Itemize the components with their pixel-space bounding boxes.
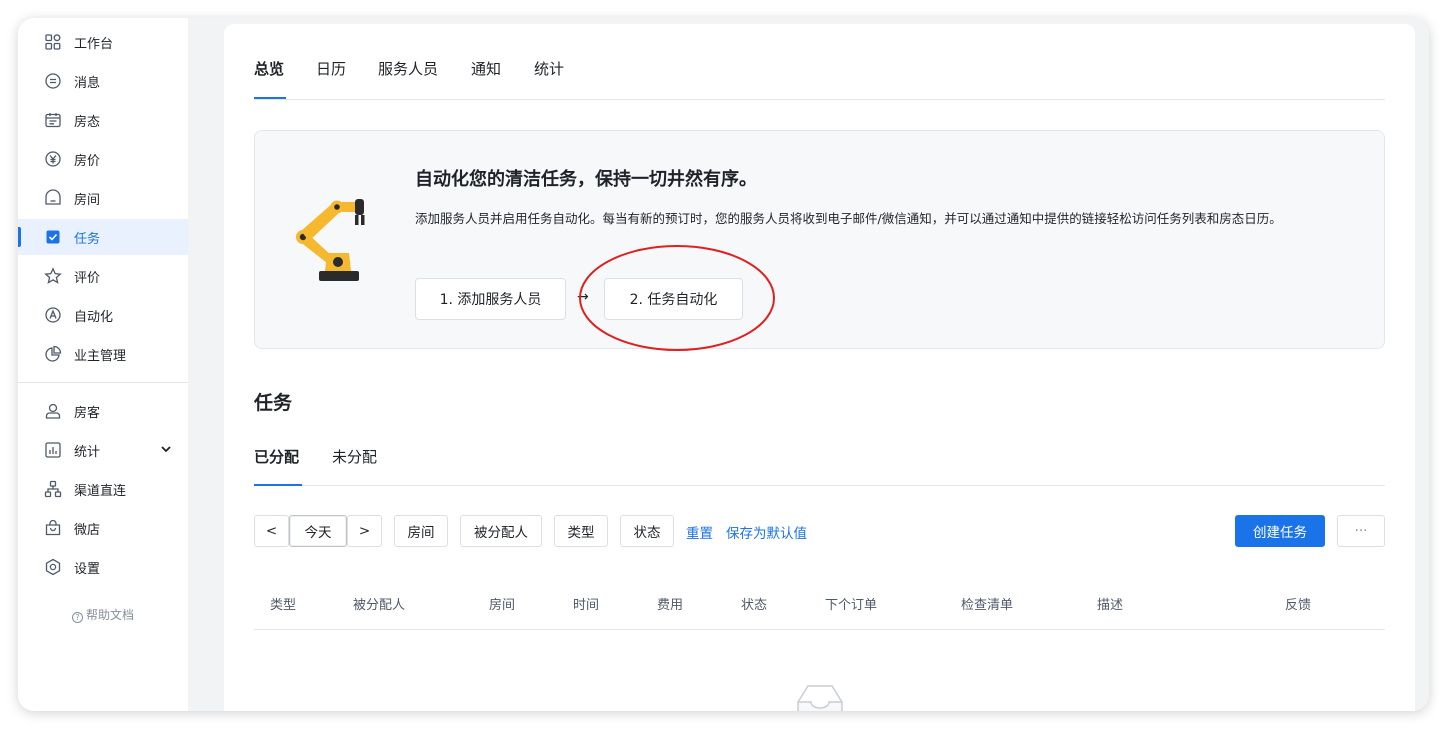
tab-unassigned[interactable]: 未分配 xyxy=(332,446,377,467)
save-default-link[interactable]: 保存为默认值 xyxy=(726,522,807,542)
next-day-button[interactable]: > xyxy=(347,515,382,547)
sidebar-item-label: 房态 xyxy=(74,114,101,130)
task-automation-button[interactable]: 2. 任务自动化 xyxy=(604,278,743,320)
filter-status-button[interactable]: 状态 xyxy=(620,515,674,547)
sidebar-item-label: 渠道直连 xyxy=(74,483,127,499)
active-subtab-indicator xyxy=(254,484,302,486)
column-header-feedback[interactable]: 反馈 xyxy=(1285,594,1311,613)
sidebar-item-label: 消息 xyxy=(74,75,101,91)
sidebar-item-label: 统计 xyxy=(74,444,101,460)
column-header-status[interactable]: 状态 xyxy=(741,594,767,613)
column-header-time[interactable]: 时间 xyxy=(573,594,599,613)
sidebar-item-label: 评价 xyxy=(74,270,101,286)
task-table-header: 类型 被分配人 房间 时间 费用 状态 下个订单 检查清单 描述 反馈 xyxy=(254,586,1385,630)
sidebar-item-label: 设置 xyxy=(74,561,101,577)
sidebar-item-rooms[interactable]: 房间 xyxy=(18,180,188,216)
arrow-right-icon: → xyxy=(577,289,589,305)
tab-overview[interactable]: 总览 xyxy=(254,58,284,79)
prev-day-button[interactable]: < xyxy=(254,515,289,547)
sidebar-item-channel-direct[interactable]: 渠道直连 xyxy=(18,471,188,507)
sidebar-item-rates[interactable]: 房价 xyxy=(18,141,188,177)
column-header-description[interactable]: 描述 xyxy=(1097,594,1123,613)
sidebar-item-messages[interactable]: 消息 xyxy=(18,63,188,99)
sidebar-item-label: 微店 xyxy=(74,522,101,538)
sidebar-item-room-status[interactable]: 房态 xyxy=(18,102,188,138)
sidebar-item-label: 工作台 xyxy=(74,36,114,52)
sidebar-item-label: 自动化 xyxy=(74,309,114,325)
chevron-down-icon[interactable] xyxy=(160,443,172,455)
tab-calendar[interactable]: 日历 xyxy=(316,58,346,79)
sidebar-item-tasks[interactable]: 任务 xyxy=(18,219,188,255)
yen-icon xyxy=(44,150,62,168)
help-docs-link[interactable]: ? 帮助文档 xyxy=(18,606,188,623)
tab-notifications[interactable]: 通知 xyxy=(471,58,501,79)
help-docs-label: 帮助文档 xyxy=(85,608,134,622)
empty-state-icon xyxy=(797,685,843,711)
sidebar-item-label: 业主管理 xyxy=(74,348,127,364)
top-tabs: 总览 日历 服务人员 通知 统计 xyxy=(254,54,1385,100)
sidebar-item-automation[interactable]: 自动化 xyxy=(18,297,188,333)
automation-icon xyxy=(44,306,62,324)
app-window: 工作台 消息 房态 房价 房间 任务 评价 自动化 业主管理 房客 统计 渠道直… xyxy=(18,18,1429,711)
checkbox-icon xyxy=(44,228,62,246)
banner-description: 添加服务人员并启用任务自动化。每当有新的预订时，您的服务人员将收到电子邮件/微信… xyxy=(415,211,1282,226)
sidebar-item-statistics[interactable]: 统计 xyxy=(18,432,188,468)
network-icon xyxy=(44,480,62,498)
active-tab-indicator xyxy=(254,97,286,99)
sidebar-item-label: 房客 xyxy=(74,405,101,421)
sidebar-item-micro-shop[interactable]: 微店 xyxy=(18,510,188,546)
filter-assignee-button[interactable]: 被分配人 xyxy=(460,515,542,547)
task-sub-tabs: 已分配 未分配 xyxy=(254,446,1385,486)
main-panel: 总览 日历 服务人员 通知 统计 自动化您的清洁任务，保持一切井然有序。 添加服… xyxy=(224,24,1415,711)
column-header-type[interactable]: 类型 xyxy=(270,594,296,613)
user-icon xyxy=(44,402,62,420)
reset-link[interactable]: 重置 xyxy=(686,522,713,542)
sidebar-item-label: 房价 xyxy=(74,153,101,169)
automation-banner: 自动化您的清洁任务，保持一切井然有序。 添加服务人员并启用任务自动化。每当有新的… xyxy=(254,130,1385,351)
column-header-assignee[interactable]: 被分配人 xyxy=(353,594,405,613)
sidebar-item-guests[interactable]: 房客 xyxy=(18,393,188,429)
column-header-room[interactable]: 房间 xyxy=(489,594,515,613)
tasks-section-title: 任务 xyxy=(254,392,293,414)
filter-type-button[interactable]: 类型 xyxy=(554,515,608,547)
sidebar-item-dashboard[interactable]: 工作台 xyxy=(18,24,188,60)
sidebar-divider xyxy=(18,382,188,383)
robot-arm-illustration xyxy=(296,199,365,281)
column-header-cost[interactable]: 费用 xyxy=(657,594,683,613)
tab-statistics[interactable]: 统计 xyxy=(534,58,564,79)
sidebar-item-owner-management[interactable]: 业主管理 xyxy=(18,336,188,372)
sidebar-item-reviews[interactable]: 评价 xyxy=(18,258,188,294)
settings-icon xyxy=(44,558,62,576)
shop-bag-icon xyxy=(44,519,62,537)
tab-service-staff[interactable]: 服务人员 xyxy=(378,58,438,79)
sidebar-item-label: 房间 xyxy=(74,192,101,208)
dashboard-icon xyxy=(44,33,62,51)
room-icon xyxy=(44,189,62,207)
sidebar: 工作台 消息 房态 房价 房间 任务 评价 自动化 业主管理 房客 统计 渠道直… xyxy=(18,18,188,711)
message-icon xyxy=(44,72,62,90)
column-header-next-order[interactable]: 下个订单 xyxy=(825,594,877,613)
banner-title: 自动化您的清洁任务，保持一切井然有序。 xyxy=(415,169,757,190)
chart-icon xyxy=(44,441,62,459)
more-options-button[interactable]: ··· xyxy=(1337,515,1385,547)
create-task-button[interactable]: 创建任务 xyxy=(1235,515,1325,547)
add-service-staff-button[interactable]: 1. 添加服务人员 xyxy=(415,278,566,320)
sidebar-item-settings[interactable]: 设置 xyxy=(18,549,188,585)
pie-icon xyxy=(44,345,62,363)
task-toolbar: < 今天 > 房间 被分配人 类型 状态 重置 保存为默认值 创建任务 ··· xyxy=(254,515,1385,547)
star-icon xyxy=(44,267,62,285)
help-icon: ? xyxy=(71,612,83,623)
today-button[interactable]: 今天 xyxy=(289,515,347,547)
tab-assigned[interactable]: 已分配 xyxy=(254,446,299,467)
filter-room-button[interactable]: 房间 xyxy=(394,515,448,547)
calendar-icon xyxy=(44,111,62,129)
sidebar-item-label: 任务 xyxy=(74,231,101,247)
column-header-checklist[interactable]: 检查清单 xyxy=(961,594,1013,613)
